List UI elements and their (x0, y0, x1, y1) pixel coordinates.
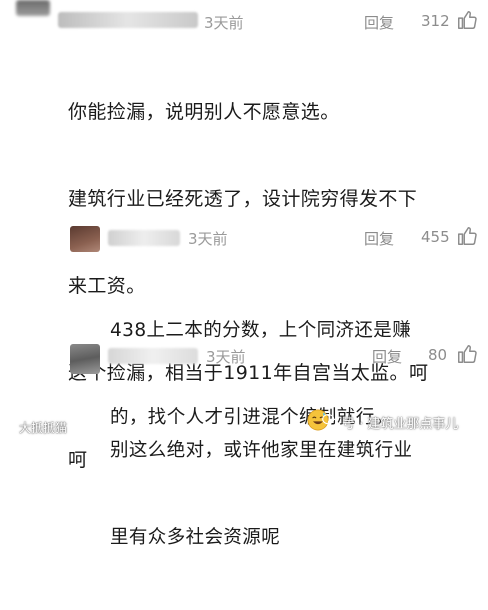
like-count: 312 (421, 12, 450, 30)
reply-button[interactable]: 回复 (364, 12, 394, 33)
like-count: 80 (428, 346, 448, 364)
reply-button[interactable]: 回复 (364, 228, 394, 249)
comment-line: 438上二本的分数，上个同济还是赚 (110, 320, 412, 341)
comment-time: 3天前 (204, 14, 244, 32)
watermark-right-text: 号 · 建筑业那点事儿 (342, 417, 459, 432)
wechat-logo-icon (322, 413, 338, 432)
watermark-left: 大抵抵猫 (4, 419, 67, 436)
comment-line: 建筑行业已经死透了，设计院穷得发不下 (68, 188, 418, 210)
username[interactable] (58, 12, 198, 28)
comment-line: 别这么绝对，或许他家里在建筑行业 (110, 440, 413, 461)
comment-time: 3天前 (206, 348, 246, 366)
thumb-up-icon[interactable] (456, 225, 478, 251)
watermark-left-text: 大抵抵猫 (19, 421, 68, 435)
comment-line: 里有众多社会资源呢 (110, 527, 281, 548)
avatar[interactable] (16, 0, 50, 16)
watermark-right: 号 · 建筑业那点事儿 (322, 413, 458, 432)
thumb-up-icon[interactable] (456, 343, 478, 369)
avatar[interactable] (70, 226, 100, 252)
comment-time: 3天前 (188, 230, 228, 248)
weibo-logo-icon (4, 420, 17, 436)
username[interactable] (108, 348, 198, 364)
comment-line: 你能捡漏，说明别人不愿意选。 (68, 101, 340, 123)
thumb-up-icon[interactable] (456, 9, 478, 35)
avatar[interactable] (70, 344, 100, 374)
reply-button[interactable]: 回复 (372, 346, 402, 367)
username[interactable] (108, 230, 180, 246)
like-count: 455 (421, 228, 450, 246)
